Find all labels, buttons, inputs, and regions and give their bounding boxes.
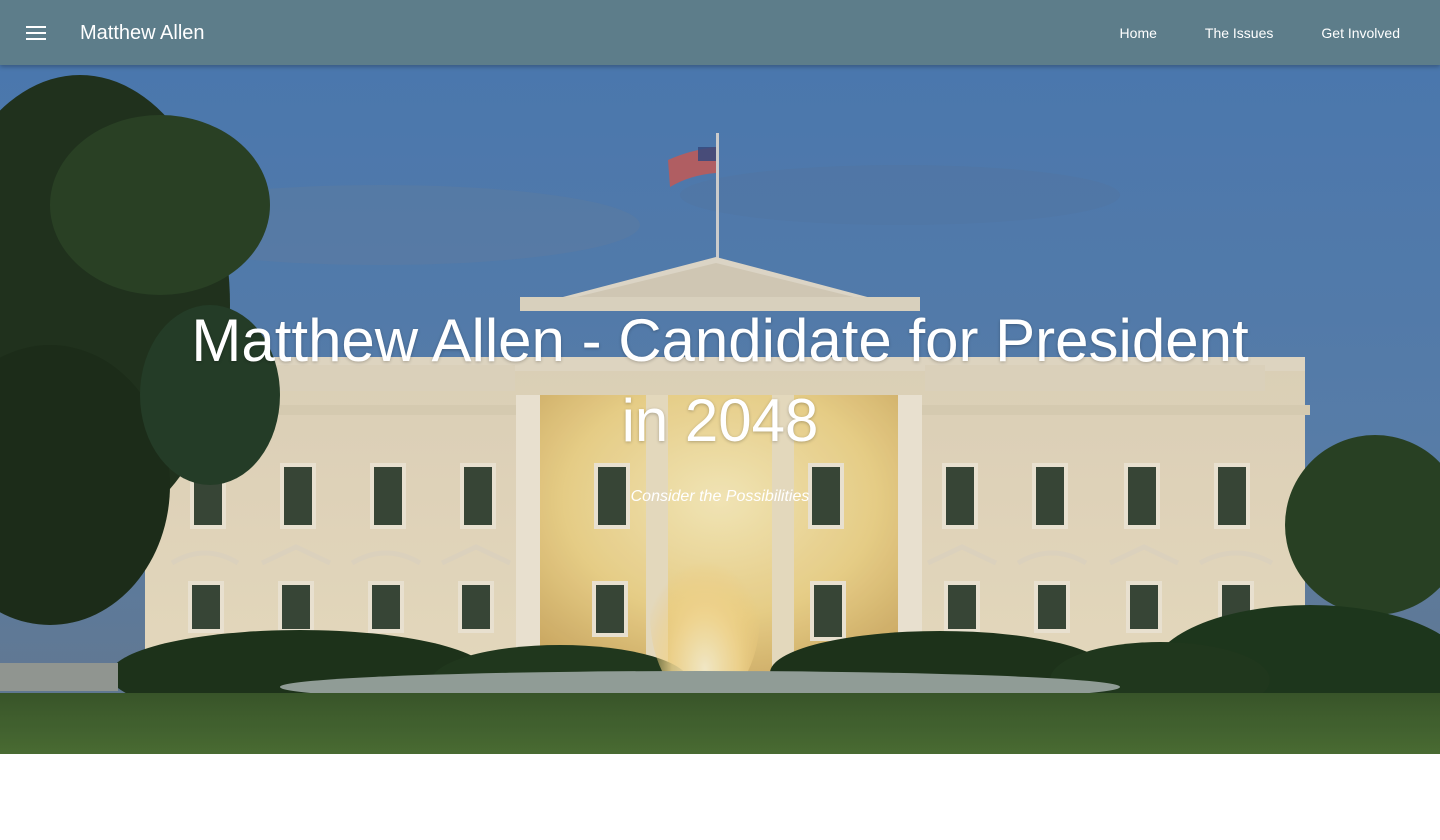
top-app-bar: Matthew Allen Home The Issues Get Involv… [0, 0, 1440, 65]
nav-link-get-involved[interactable]: Get Involved [1321, 25, 1400, 41]
hero-title: Matthew Allen - Candidate for President … [191, 307, 1249, 454]
hamburger-menu-icon[interactable] [22, 20, 50, 46]
hero-section: Matthew Allen - Candidate for President … [0, 65, 1440, 754]
nav-link-the-issues[interactable]: The Issues [1205, 25, 1273, 41]
site-brand[interactable]: Matthew Allen [80, 18, 205, 48]
nav-link-home[interactable]: Home [1120, 25, 1157, 41]
main-nav: Home The Issues Get Involved [1072, 0, 1400, 65]
hero-subtitle: Consider the Possibilities [630, 488, 810, 505]
